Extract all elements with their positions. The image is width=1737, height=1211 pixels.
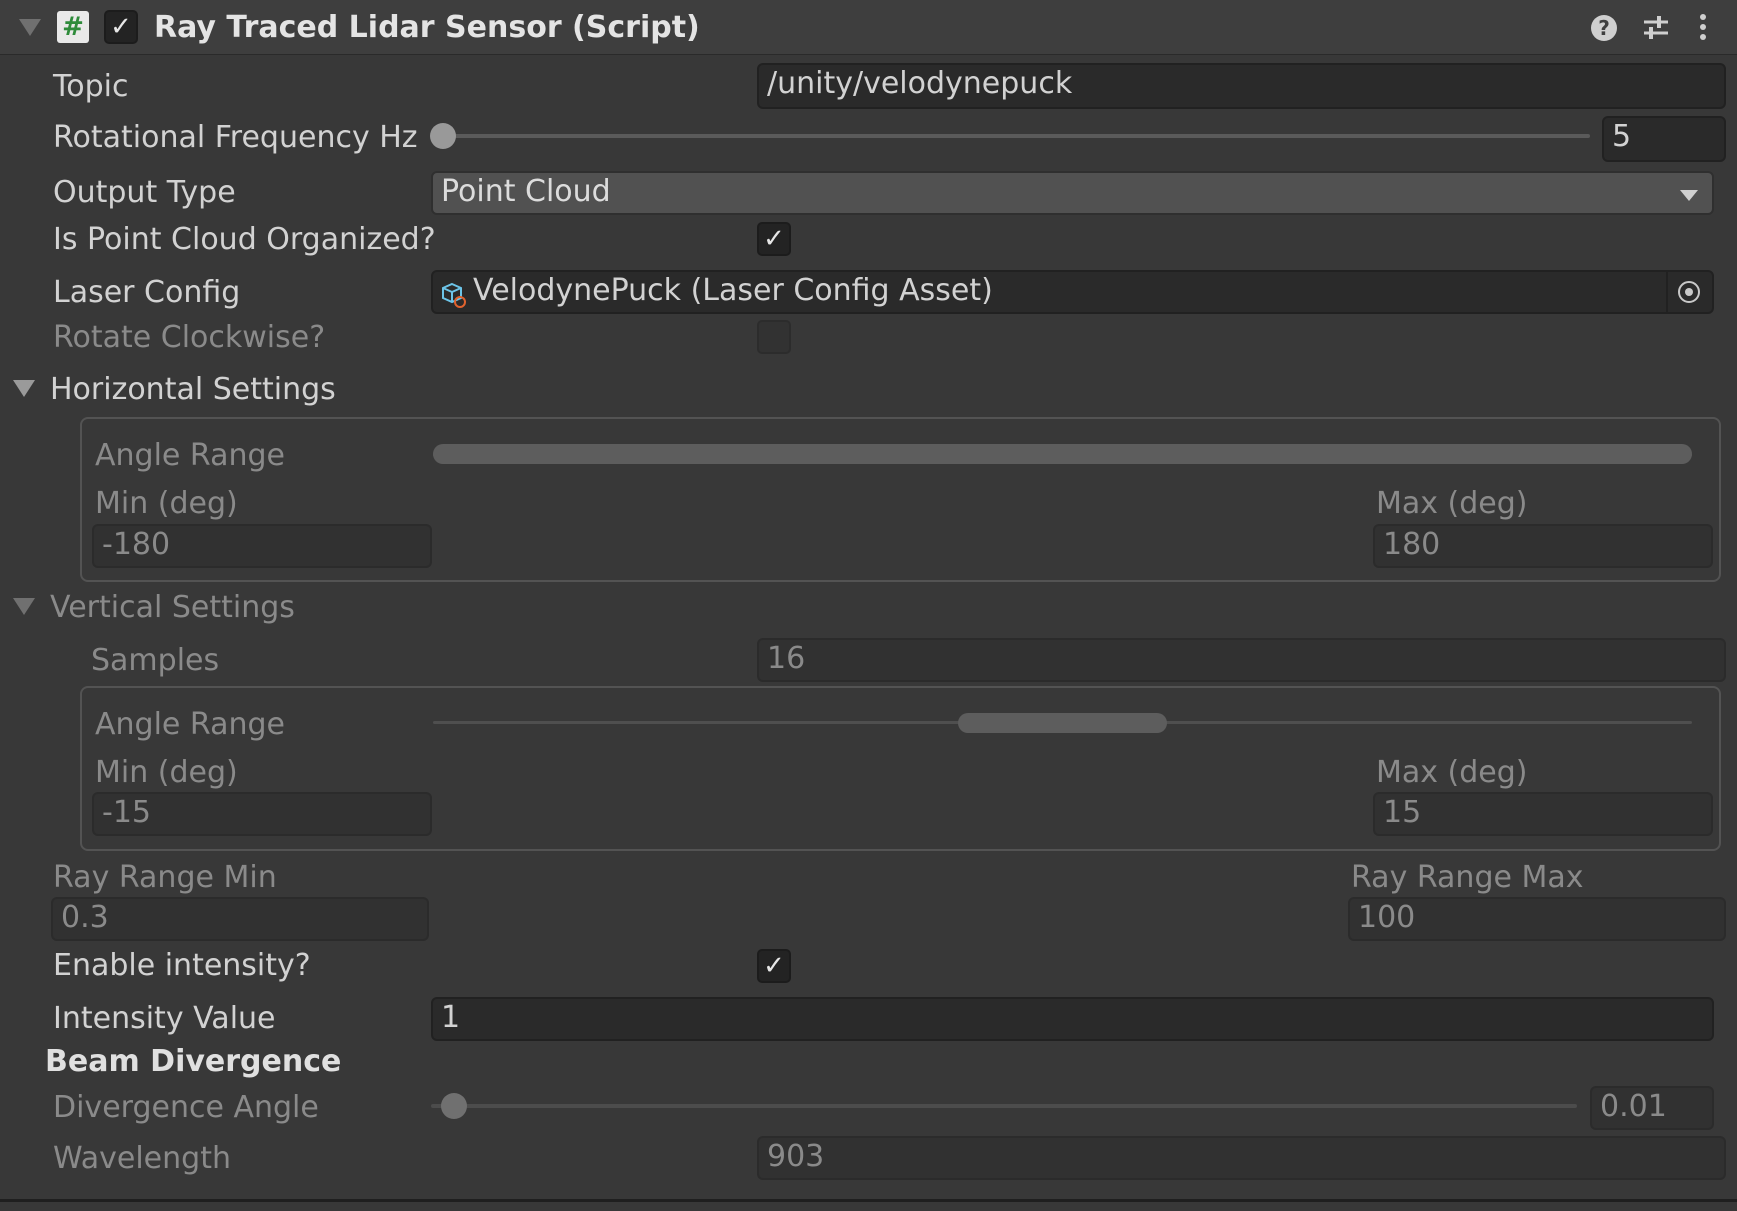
laser-config-object-field[interactable]: VelodynePuck (Laser Config Asset): [431, 270, 1714, 314]
topic-input[interactable]: /unity/velodynepuck: [757, 63, 1726, 109]
organized-label: Is Point Cloud Organized?: [53, 222, 436, 257]
horizontal-min-label: Min (deg): [95, 486, 238, 521]
horizontal-settings-header[interactable]: Horizontal Settings: [50, 370, 336, 410]
vertical-max-input: 15: [1373, 792, 1713, 836]
beam-divergence-header: Beam Divergence: [45, 1044, 342, 1079]
rotational-frequency-slider-thumb[interactable]: [430, 123, 456, 149]
target-icon: [1678, 281, 1700, 303]
output-type-dropdown[interactable]: Point Cloud: [431, 171, 1714, 215]
intensity-value-label: Intensity Value: [53, 1001, 276, 1036]
enable-intensity-checkbox[interactable]: ✓: [757, 949, 791, 983]
horizontal-max-input: 180: [1373, 524, 1713, 568]
vertical-samples-input: 16: [757, 638, 1726, 682]
horizontal-angle-range-label: Angle Range: [95, 438, 285, 473]
vertical-min-label: Min (deg): [95, 755, 238, 790]
component-title: Ray Traced Lidar Sensor (Script): [154, 10, 700, 45]
scriptable-object-icon: [441, 280, 467, 308]
foldout-arrow-icon[interactable]: [19, 19, 41, 36]
divergence-angle-input: 0.01: [1590, 1086, 1714, 1130]
wavelength-label: Wavelength: [53, 1141, 231, 1176]
divergence-angle-slider-thumb: [441, 1093, 467, 1119]
vertical-min-input: -15: [92, 792, 432, 836]
ray-range-min-input: 0.3: [51, 897, 429, 941]
vertical-samples-label: Samples: [91, 643, 220, 678]
horizontal-angle-range-slider[interactable]: [433, 444, 1692, 464]
rotational-frequency-input[interactable]: 5: [1602, 116, 1726, 162]
component-enabled-checkbox[interactable]: ✓: [104, 10, 138, 44]
rotational-frequency-label: Rotational Frequency Hz: [53, 120, 418, 155]
organized-checkbox[interactable]: ✓: [757, 222, 791, 256]
rotate-clockwise-label: Rotate Clockwise?: [53, 320, 326, 355]
horizontal-settings-foldout-icon[interactable]: [13, 380, 35, 397]
vertical-max-label: Max (deg): [1376, 755, 1528, 790]
chevron-down-icon: [1680, 190, 1698, 201]
rotational-frequency-track: [443, 134, 1590, 138]
inspector-divider: [0, 1199, 1737, 1202]
enable-intensity-label: Enable intensity?: [53, 948, 311, 983]
more-icon[interactable]: [1698, 12, 1708, 44]
ray-range-max-label: Ray Range Max: [1351, 860, 1584, 895]
divergence-angle-label: Divergence Angle: [53, 1090, 319, 1125]
vertical-angle-range-label: Angle Range: [95, 707, 285, 742]
output-type-label: Output Type: [53, 175, 236, 210]
laser-config-label: Laser Config: [53, 275, 241, 310]
intensity-value-input[interactable]: 1: [431, 997, 1714, 1041]
horizontal-min-input: -180: [92, 524, 432, 568]
vertical-settings-foldout-icon[interactable]: [13, 598, 35, 615]
output-type-value: Point Cloud: [441, 174, 611, 209]
wavelength-input: 903: [757, 1136, 1726, 1180]
help-icon[interactable]: ?: [1591, 15, 1617, 41]
preset-icon[interactable]: [1641, 13, 1671, 43]
laser-config-value: VelodynePuck (Laser Config Asset): [473, 273, 993, 308]
ray-range-min-label: Ray Range Min: [53, 860, 277, 895]
script-icon: #: [57, 11, 89, 43]
ray-range-max-input: 100: [1348, 897, 1726, 941]
divergence-angle-track: [431, 1104, 1577, 1108]
topic-label: Topic: [53, 69, 129, 104]
rotate-clockwise-checkbox: [757, 320, 791, 354]
object-picker-button[interactable]: [1666, 272, 1712, 312]
vertical-settings-header[interactable]: Vertical Settings: [50, 588, 295, 628]
horizontal-max-label: Max (deg): [1376, 486, 1528, 521]
vertical-angle-range-slider[interactable]: [957, 713, 1168, 733]
